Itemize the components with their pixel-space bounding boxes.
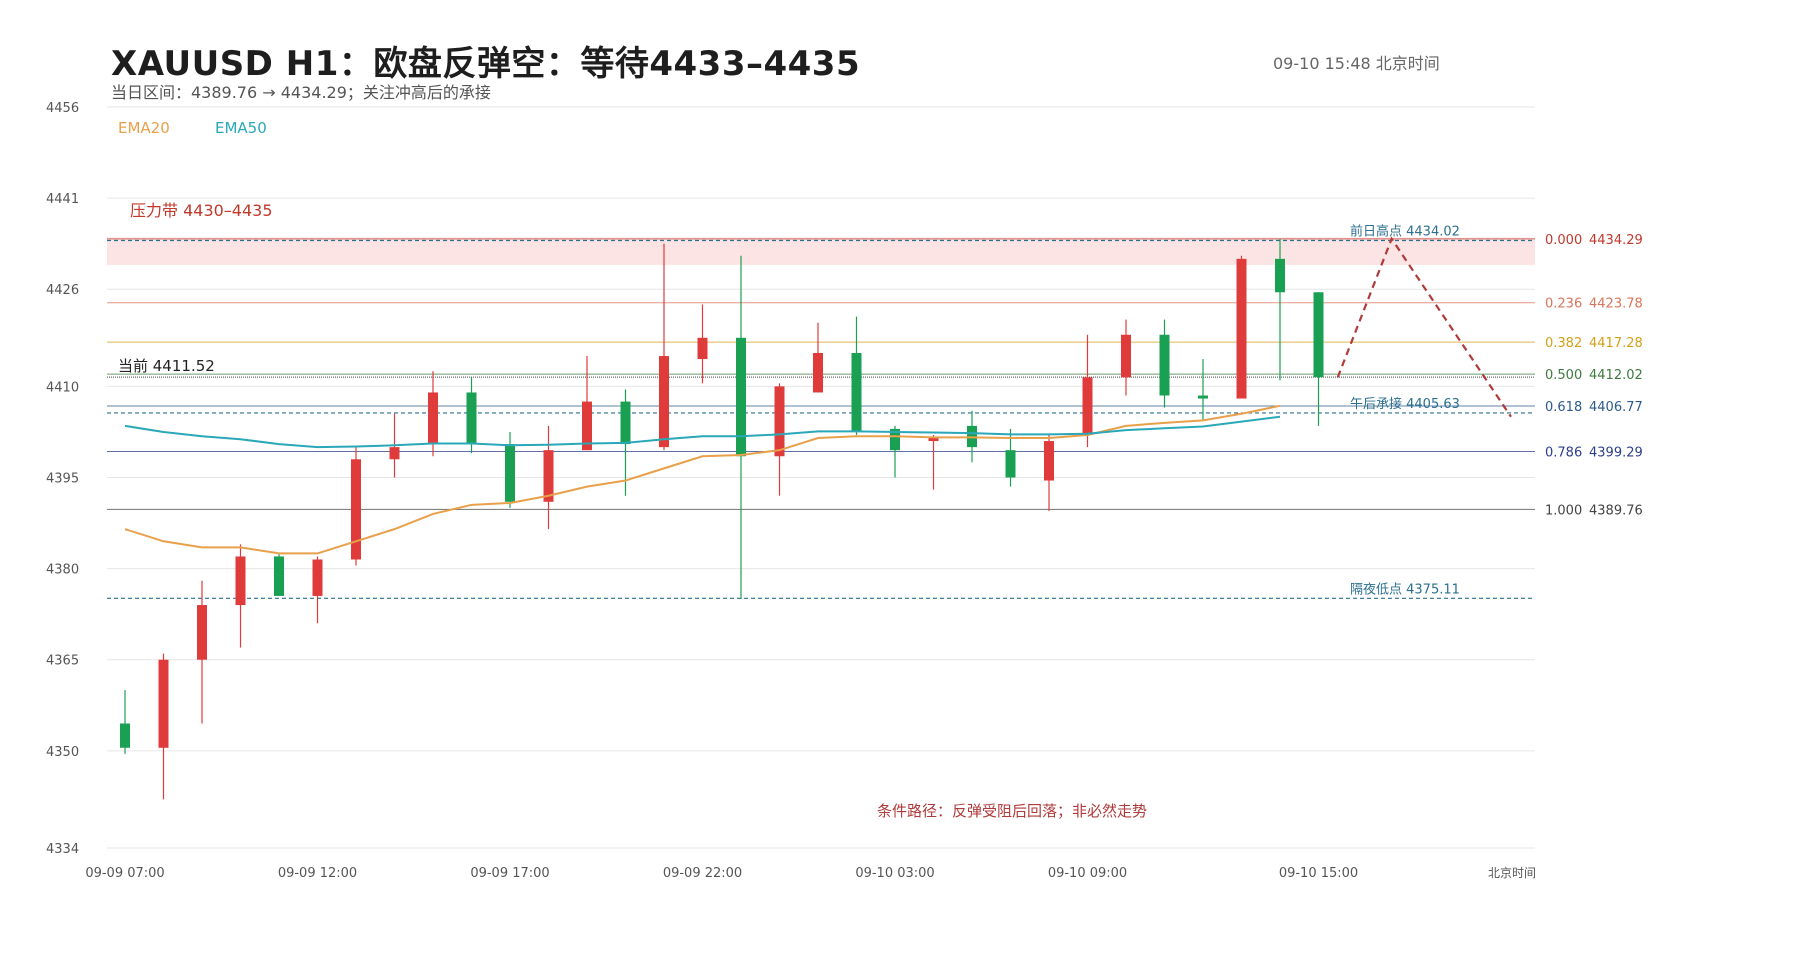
candle-body — [312, 559, 323, 596]
candle-body — [813, 352, 823, 393]
legend-ema50: EMA50 — [215, 119, 267, 137]
candlestick-chart: 4456 4441 4426 4410 4395 4380 4365 4350 4334 09-0… — [46, 101, 1643, 881]
legend-ema20: EMA20 — [118, 119, 170, 137]
fib-ratio-label: 1.000 — [1545, 503, 1582, 518]
candle-body — [774, 386, 785, 457]
projection-note: 条件路径：反弹受阻后回落；非必然走势 — [877, 802, 1147, 820]
candle-body — [659, 356, 669, 448]
resistance-zone-label: 压力带 4430–4435 — [130, 201, 273, 220]
x-axis-unit-label: 北京时间 — [1488, 866, 1536, 880]
candle-body — [1275, 258, 1285, 293]
key-level-label: 隔夜低点 4375.11 — [1350, 582, 1460, 597]
candle-body — [1005, 450, 1016, 478]
y-tick-label: 4410 — [46, 380, 79, 395]
fib-ratio-label: 0.500 — [1545, 368, 1582, 383]
fib-price-label: 4406.77 — [1589, 400, 1643, 415]
current-price-label: 当前 4411.52 — [118, 357, 215, 375]
y-tick-label: 4426 — [46, 283, 79, 298]
fib-price-label: 4434.29 — [1589, 233, 1643, 248]
candle-body — [428, 392, 438, 445]
candle-body — [1121, 334, 1131, 378]
fib-ratio-label: 0.618 — [1545, 400, 1582, 415]
candle-body — [928, 438, 939, 442]
candle-body — [197, 605, 207, 660]
y-tick-label: 4350 — [46, 745, 79, 760]
candle-body — [1159, 334, 1170, 396]
x-tick-label: 09-09 07:00 — [85, 866, 164, 881]
candle-body — [620, 401, 631, 445]
candle-body — [274, 556, 284, 596]
y-tick-label: 4456 — [46, 101, 79, 116]
candle-body — [466, 392, 477, 445]
fib-price-label: 4389.76 — [1589, 503, 1643, 518]
ema20-line — [124, 404, 1281, 555]
fib-ratio-label: 0.000 — [1545, 233, 1582, 248]
candle-body — [736, 337, 746, 457]
candle-body — [1044, 441, 1054, 481]
y-tick-label: 4365 — [46, 654, 79, 669]
candle-body — [851, 352, 862, 432]
y-tick-label: 4441 — [46, 192, 79, 207]
x-tick-label: 09-09 17:00 — [470, 866, 549, 881]
fib-price-label: 4399.29 — [1589, 445, 1643, 460]
x-tick-label: 09-10 03:00 — [855, 866, 934, 881]
x-tick-label: 09-09 12:00 — [278, 866, 357, 881]
y-tick-label: 4334 — [46, 842, 79, 857]
candle-body — [389, 447, 400, 460]
fib-price-label: 4417.28 — [1589, 336, 1643, 351]
ema50-line — [124, 415, 1281, 449]
resistance-zone — [107, 237, 1535, 265]
y-tick-label: 4380 — [46, 563, 79, 578]
x-tick-label: 09-09 22:00 — [663, 866, 742, 881]
x-tick-label: 09-10 15:00 — [1279, 866, 1358, 881]
y-tick-label: 4395 — [46, 472, 79, 487]
candle-body — [158, 659, 169, 748]
candle-body — [120, 723, 130, 748]
fib-ratio-label: 0.786 — [1545, 445, 1582, 460]
candle-body — [697, 337, 708, 360]
candle-body — [351, 459, 361, 560]
fib-price-label: 4423.78 — [1589, 297, 1643, 312]
candle-body — [1198, 395, 1208, 399]
fib-price-label: 4412.02 — [1589, 368, 1643, 383]
key-level-label: 午后承接 4405.63 — [1350, 396, 1460, 412]
candle-body — [235, 556, 246, 606]
fib-ratio-label: 0.236 — [1545, 297, 1582, 312]
projection-path — [1336, 236, 1512, 418]
candle-body — [1082, 377, 1093, 435]
candle-body — [1313, 292, 1324, 378]
key-level-label: 前日高点 4434.02 — [1350, 224, 1460, 240]
x-tick-label: 09-10 09:00 — [1048, 866, 1127, 881]
candle-body — [1236, 258, 1247, 399]
candle-body — [505, 444, 515, 502]
fib-ratio-label: 0.382 — [1545, 336, 1582, 351]
